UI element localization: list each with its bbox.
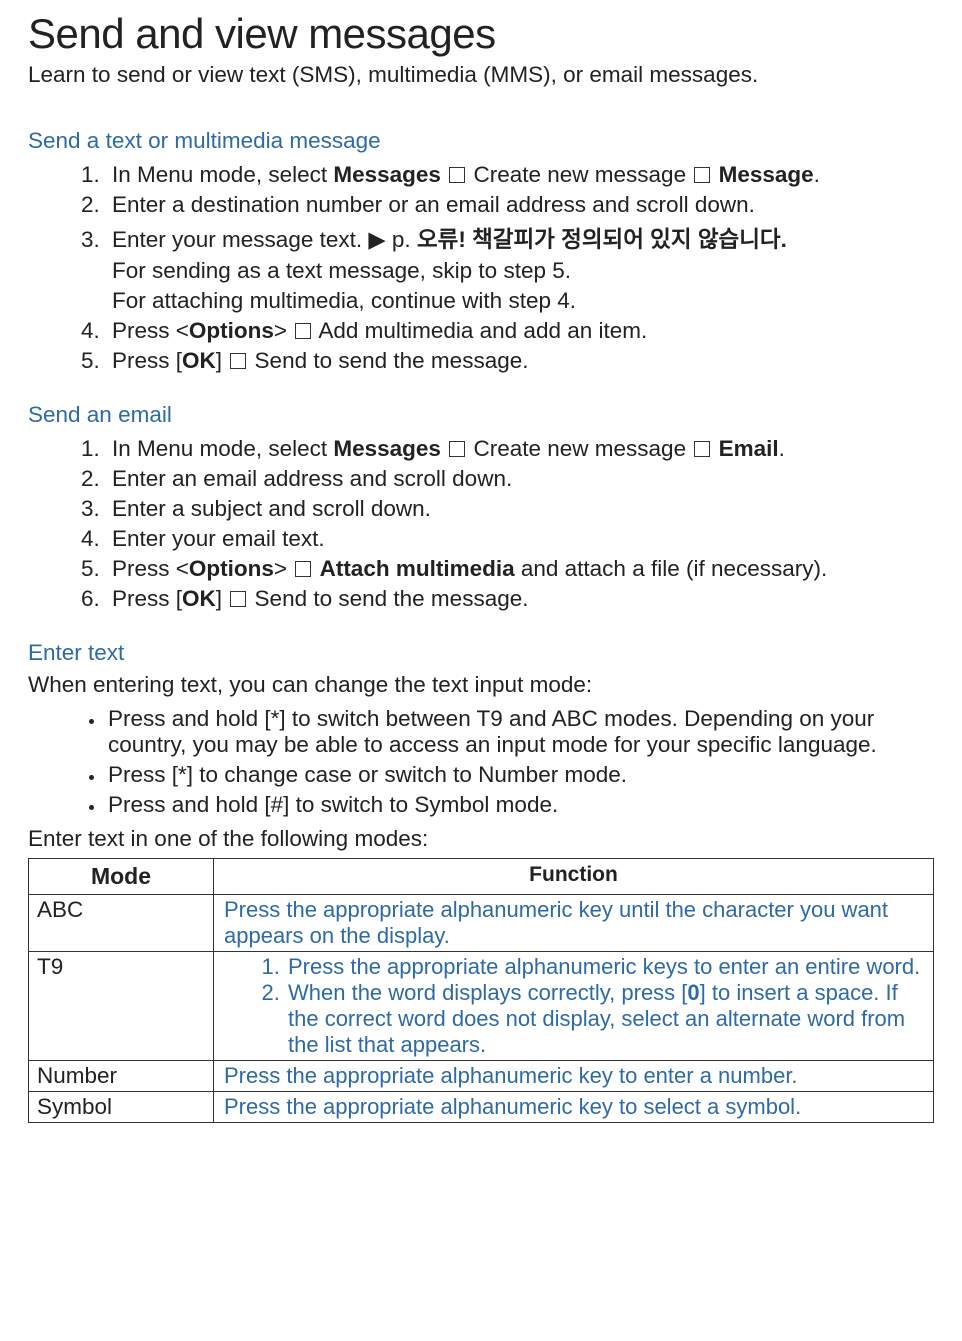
sms-steps: In Menu mode, select Messages Create new… [28, 160, 934, 376]
section-heading-sms: Send a text or multimedia message [28, 128, 934, 154]
table-row: ABC Press the appropriate alphanumeric k… [29, 895, 934, 952]
mode-cell: ABC [29, 895, 214, 952]
text: ] [216, 586, 229, 611]
text: Send to send the message. [248, 586, 528, 611]
enter-text-intro: When entering text, you can change the t… [28, 672, 934, 698]
list-item: In Menu mode, select Messages Create new… [106, 434, 934, 464]
text: Send to send the message. [248, 348, 528, 373]
text: In Menu mode, select [112, 162, 333, 187]
text-bold: Email [719, 436, 779, 461]
text: Press < [112, 318, 189, 343]
page-subtitle: Learn to send or view text (SMS), multim… [28, 62, 934, 88]
text: and attach a file (if necessary). [515, 556, 828, 581]
list-item: Press [OK] Send to send the message. [106, 584, 934, 614]
table-row: T9 Press the appropriate alphanumeric ke… [29, 952, 934, 1061]
list-item: Press and hold [*] to switch between T9 … [106, 704, 934, 760]
list-item: Press <Options> Attach multimedia and at… [106, 554, 934, 584]
list-item: Press [*] to change case or switch to Nu… [106, 760, 934, 790]
text: Add multimedia and add an item. [313, 318, 647, 343]
text: > [274, 318, 293, 343]
list-item: Enter an email address and scroll down. [106, 464, 934, 494]
function-cell: Press the appropriate alphanumeric key t… [214, 1092, 934, 1123]
arrow-icon [295, 323, 311, 339]
text: Press < [112, 556, 189, 581]
list-item: Enter a destination number or an email a… [106, 190, 934, 220]
text: Create new message [467, 162, 692, 187]
list-item: Enter your email text. [106, 524, 934, 554]
arrow-icon [295, 561, 311, 577]
text-bold: OK [182, 586, 216, 611]
email-steps: In Menu mode, select Messages Create new… [28, 434, 934, 614]
section-heading-enter-text: Enter text [28, 640, 934, 666]
text: Enter your message text. ▶ p. [112, 227, 417, 252]
text: When the word displays correctly, press … [288, 980, 687, 1005]
text-bold: Messages [333, 162, 441, 187]
text-bold: 오류! 책갈피가 정의되어 있지 않습니다. [417, 227, 787, 252]
text-bold: Attach multimedia [320, 556, 515, 581]
text-bold: 0 [687, 980, 699, 1005]
mode-cell: Symbol [29, 1092, 214, 1123]
list-item: In Menu mode, select Messages Create new… [106, 160, 934, 190]
t9-steps: Press the appropriate alphanumeric keys … [224, 954, 923, 1058]
page-title: Send and view messages [28, 10, 934, 58]
arrow-icon [230, 353, 246, 369]
list-item: Press and hold [#] to switch to Symbol m… [106, 790, 934, 820]
enter-text-outro: Enter text in one of the following modes… [28, 826, 934, 852]
text: In Menu mode, select [112, 436, 333, 461]
arrow-icon [449, 167, 465, 183]
list-item: Enter a subject and scroll down. [106, 494, 934, 524]
enter-text-bullets: Press and hold [*] to switch between T9 … [28, 704, 934, 820]
list-item: Press [OK] Send to send the message. [106, 346, 934, 376]
text: . [814, 162, 820, 187]
function-cell: Press the appropriate alphanumeric key t… [214, 1061, 934, 1092]
table-row: Symbol Press the appropriate alphanumeri… [29, 1092, 934, 1123]
text: For sending as a text message, skip to s… [112, 258, 934, 284]
col-header-mode: Mode [29, 859, 214, 895]
col-header-function: Function [214, 859, 934, 895]
text-bold: OK [182, 348, 216, 373]
function-cell: Press the appropriate alphanumeric keys … [214, 952, 934, 1061]
text-bold: Options [189, 556, 274, 581]
input-modes-table: Mode Function ABC Press the appropriate … [28, 858, 934, 1123]
text: Create new message [467, 436, 692, 461]
text: . [779, 436, 785, 461]
list-item: Press <Options> Add multimedia and add a… [106, 316, 934, 346]
text: Press [ [112, 586, 182, 611]
text-bold: Options [189, 318, 274, 343]
mode-cell: T9 [29, 952, 214, 1061]
text: > [274, 556, 293, 581]
table-row: Number Press the appropriate alphanumeri… [29, 1061, 934, 1092]
arrow-icon [694, 441, 710, 457]
arrow-icon [449, 441, 465, 457]
text-bold: Message [719, 162, 814, 187]
text: For attaching multimedia, continue with … [112, 288, 934, 314]
list-item: Press the appropriate alphanumeric keys … [286, 954, 923, 980]
list-item: Enter your message text. ▶ p. 오류! 책갈피가 정… [106, 220, 934, 316]
list-item: When the word displays correctly, press … [286, 980, 923, 1058]
table-header-row: Mode Function [29, 859, 934, 895]
arrow-icon [694, 167, 710, 183]
text: Press [ [112, 348, 182, 373]
text-bold: Messages [333, 436, 441, 461]
text: ] [216, 348, 229, 373]
arrow-icon [230, 591, 246, 607]
mode-cell: Number [29, 1061, 214, 1092]
section-heading-email: Send an email [28, 402, 934, 428]
function-cell: Press the appropriate alphanumeric key u… [214, 895, 934, 952]
